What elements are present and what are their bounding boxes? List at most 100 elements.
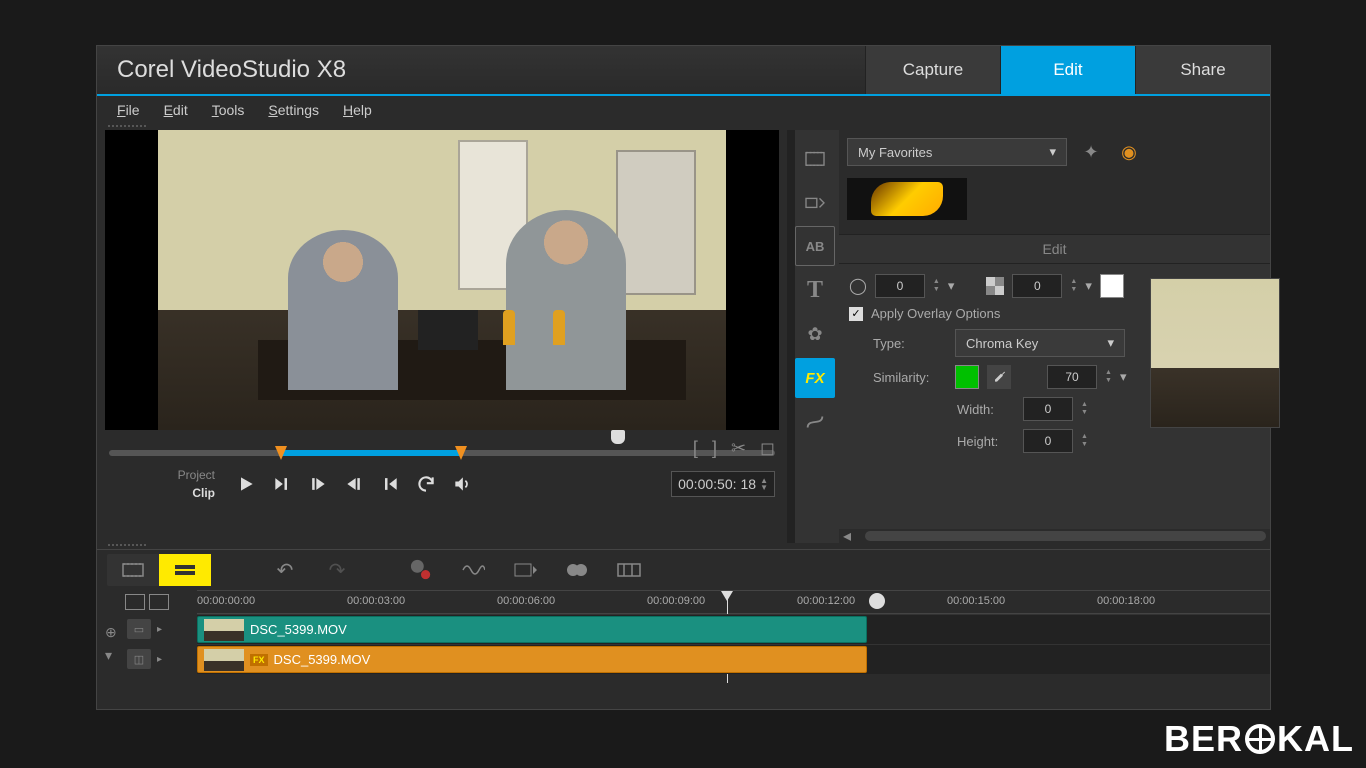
fx-thumbnail[interactable] (847, 178, 967, 220)
menu-help[interactable]: Help (343, 102, 372, 118)
audio-mixer-button[interactable] (453, 554, 493, 586)
menu-settings[interactable]: Settings (268, 102, 319, 118)
step-tab-edit[interactable]: Edit (1000, 46, 1135, 94)
lib-tab-media[interactable] (795, 138, 835, 178)
auto-music-button[interactable] (505, 554, 545, 586)
timecode-value: 00:00:50: (678, 476, 736, 492)
library-category-dropdown[interactable]: My Favorites ▾ (847, 138, 1067, 166)
clip-thumbnail (204, 619, 244, 641)
add-track-icon[interactable]: ⊕ (105, 624, 117, 641)
overlay-track-content[interactable]: FX DSC_5399.MOV (197, 644, 1270, 674)
mark-in-icon[interactable]: [ (693, 438, 698, 459)
end-button[interactable] (375, 469, 405, 499)
opacity-spinner[interactable]: ▲▼ (1070, 278, 1077, 294)
mark-out-icon[interactable]: ] (712, 438, 717, 459)
lib-tab-title[interactable]: AB (795, 226, 835, 266)
opacity-input[interactable] (1012, 274, 1062, 298)
width-input[interactable] (1023, 397, 1073, 421)
enlarge-icon[interactable]: ◻ (760, 438, 775, 459)
transport-controls: Project Clip 00:00:50: 18 ▲▼ (105, 460, 779, 508)
track-manager-button[interactable] (557, 554, 597, 586)
border-color-swatch[interactable] (1100, 274, 1124, 298)
overlay-type-dropdown[interactable]: Chroma Key ▾ (955, 329, 1125, 357)
home-button[interactable] (267, 469, 297, 499)
lib-tab-graphic[interactable]: T (795, 270, 835, 310)
timeline-marker[interactable] (869, 593, 885, 609)
overlay-type-value: Chroma Key (966, 336, 1038, 351)
menu-file[interactable]: File (117, 102, 140, 118)
watermark-text-a: BER (1164, 718, 1243, 760)
next-frame-button[interactable] (339, 469, 369, 499)
options-scrollbar[interactable]: ◂ (839, 529, 1270, 543)
volume-button[interactable] (447, 469, 477, 499)
track-expand-icon[interactable]: ▸ (157, 624, 162, 635)
chapter-button[interactable] (609, 554, 649, 586)
border-spinner[interactable]: ▲▼ (933, 278, 940, 294)
chroma-color-swatch[interactable] (955, 365, 979, 389)
eyedropper-button[interactable] (987, 365, 1011, 389)
width-spinner[interactable]: ▲▼ (1081, 401, 1088, 417)
redo-button[interactable]: ↷ (317, 554, 357, 586)
border-dropdown-icon[interactable]: ▾ (948, 278, 955, 294)
menu-tools[interactable]: Tools (212, 102, 245, 118)
lib-options-button[interactable]: ◉ (1115, 138, 1143, 166)
ruler-head[interactable] (97, 590, 197, 614)
video-track-content[interactable]: DSC_5399.MOV (197, 614, 1270, 644)
scrub-bar[interactable]: [ ] ✂ ◻ (105, 430, 779, 460)
toggle-cue-icon[interactable] (149, 594, 169, 610)
repeat-button[interactable] (411, 469, 441, 499)
apply-overlay-checkbox[interactable]: ✓ (849, 307, 863, 321)
scrub-track[interactable] (109, 450, 775, 456)
similarity-input[interactable] (1047, 365, 1097, 389)
scroll-left-icon[interactable]: ◂ (843, 526, 851, 546)
overlay-track-row: ◫ ▸ FX DSC_5399.MOV (97, 644, 1270, 674)
track-expand-icon[interactable]: ▸ (157, 654, 162, 665)
lib-tab-transition[interactable] (795, 182, 835, 222)
ruler-tick: 00:00:06:00 (497, 595, 555, 607)
timeline-ruler[interactable]: 00:00:00:0000:00:03:0000:00:06:0000:00:0… (197, 590, 1270, 614)
storyboard-view-button[interactable] (107, 554, 159, 586)
fx-badge: FX (250, 654, 268, 666)
edit-panel-toggle[interactable]: Edit (839, 234, 1270, 264)
transparency-icon[interactable] (986, 277, 1004, 295)
opacity-dropdown-icon[interactable]: ▾ (1085, 278, 1092, 294)
view-mode-group (107, 554, 211, 586)
app-window: Corel VideoStudio X8 Capture Edit Share … (96, 45, 1271, 710)
type-label: Type: (873, 336, 947, 351)
similarity-spinner[interactable]: ▲▼ (1105, 369, 1112, 385)
similarity-dropdown-icon[interactable]: ▾ (1120, 369, 1127, 385)
video-clip-name: DSC_5399.MOV (250, 622, 347, 637)
play-button[interactable] (231, 469, 261, 499)
mode-clip-label: Clip (109, 484, 215, 502)
height-spinner[interactable]: ▲▼ (1081, 433, 1088, 449)
lib-tab-filter[interactable]: ✿ (795, 314, 835, 354)
undo-button[interactable]: ↶ (265, 554, 305, 586)
overlay-clip[interactable]: FX DSC_5399.MOV (197, 646, 867, 673)
timecode-spinner[interactable]: ▲▼ (760, 477, 768, 491)
preview-video[interactable] (105, 130, 779, 430)
record-button[interactable] (401, 554, 441, 586)
scrub-flag-icon[interactable] (611, 430, 625, 444)
video-clip[interactable]: DSC_5399.MOV (197, 616, 867, 643)
lib-tab-fx[interactable]: FX (795, 358, 835, 398)
mask-frame-icon[interactable]: ◯ (849, 276, 867, 296)
ruler-tick: 00:00:09:00 (647, 595, 705, 607)
watermark: BER KAL (1164, 718, 1354, 760)
cut-icon[interactable]: ✂ (731, 438, 746, 459)
step-tab-capture[interactable]: Capture (865, 46, 1000, 94)
lib-tab-path[interactable] (795, 402, 835, 442)
timeline-view-button[interactable] (159, 554, 211, 586)
vertical-splitter[interactable] (787, 130, 795, 543)
overlay-track-icon: ◫ (127, 649, 151, 669)
track-options-icon[interactable]: ▾ (105, 647, 117, 664)
border-input[interactable] (875, 274, 925, 298)
scrollbar-track[interactable] (865, 531, 1266, 541)
timecode-display[interactable]: 00:00:50: 18 ▲▼ (671, 471, 775, 497)
step-tab-share[interactable]: Share (1135, 46, 1270, 94)
toggle-chapter-icon[interactable] (125, 594, 145, 610)
add-favorite-button[interactable]: ✦ (1077, 138, 1105, 166)
menu-edit[interactable]: Edit (164, 102, 188, 118)
preview-mode-toggle[interactable]: Project Clip (109, 466, 225, 502)
prev-frame-button[interactable] (303, 469, 333, 499)
height-input[interactable] (1023, 429, 1073, 453)
